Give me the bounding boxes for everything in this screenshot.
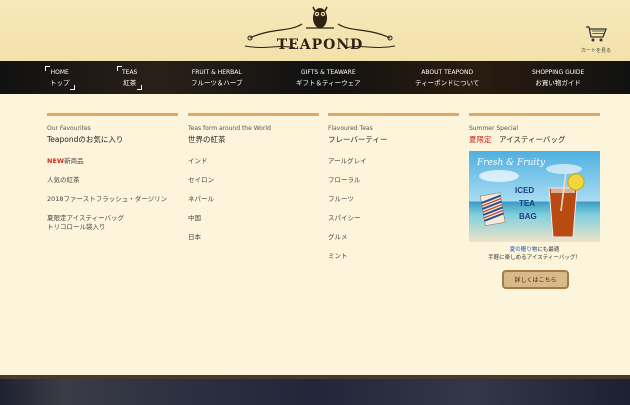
- nav-item-home[interactable]: HOME トップ: [45, 66, 75, 90]
- promo-script-text: Fresh & Fruity: [476, 158, 546, 168]
- cart-icon: [586, 26, 607, 42]
- column-flavoured-teas: Flavoured Teas フレーバーティー アールグレイ フローラル フルー…: [328, 113, 459, 271]
- nav-item-fruit-herbal[interactable]: FRUIT & HERBAL フルーツ＆ハーブ: [191, 68, 242, 88]
- nav-item-teas[interactable]: TEAS 紅茶: [117, 66, 143, 90]
- column-title-en: Summer Special: [469, 125, 518, 132]
- iced-tea-illustration: Fresh & Fruity ICED TEA BAG: [469, 151, 600, 242]
- background-hero-strip: [0, 375, 630, 405]
- limited-label: 夏限定: [469, 135, 492, 144]
- column-rule: [328, 113, 459, 116]
- menu-link-china[interactable]: 中国: [188, 214, 319, 223]
- menu-link-gourmet[interactable]: グルメ: [328, 233, 459, 242]
- menu-link-japan[interactable]: 日本: [188, 233, 319, 242]
- menu-link-iced-tea-bag[interactable]: 夏限定アイスティーバッグ トリコロール袋入り: [47, 214, 178, 232]
- menu-link-first-flush[interactable]: 2018ファーストフラッシュ・ダージリン: [47, 195, 178, 204]
- column-rule: [47, 113, 178, 116]
- menu-link-label: 新商品: [64, 157, 84, 165]
- menu-link-floral[interactable]: フローラル: [328, 176, 459, 185]
- cart-label: カートを見る: [580, 48, 611, 54]
- nav-item-shopping-guide[interactable]: SHOPPING GUIDE お買い物ガイド: [532, 68, 584, 88]
- bracket-decoration: [117, 66, 122, 71]
- nav-item-label-en: HOME: [50, 69, 69, 76]
- svg-text:BAG: BAG: [519, 212, 537, 221]
- nav-item-label-jp: ティーポンドについて: [415, 79, 480, 87]
- details-button[interactable]: 詳しくはこちら: [502, 270, 569, 289]
- column-title-jp: 世界の紅茶: [188, 135, 226, 144]
- nav-item-label-en: SHOPPING GUIDE: [532, 69, 585, 76]
- nav-item-label-en: GIFTS & TEAWARE: [300, 69, 356, 76]
- column-title-en: Teas form around the World: [188, 125, 271, 132]
- column-list: アールグレイ フローラル フルーツ スパイシー グルメ ミント: [328, 157, 459, 261]
- promo-caption-line2: 手軽に楽しめるアイスティーバッグ！: [488, 255, 581, 261]
- promo-caption-text: にも最適: [537, 247, 560, 253]
- nav-item-label-en: ABOUT TEAPOND: [421, 69, 474, 76]
- column-title-en: Flavoured Teas: [328, 125, 373, 132]
- menu-link-nepal[interactable]: ネパール: [188, 195, 319, 204]
- brand-name: TEAPOND: [276, 37, 364, 53]
- bracket-decoration: [69, 85, 75, 90]
- brand-logo[interactable]: TEAPOND: [240, 4, 400, 56]
- column-title-jp: 夏限定 アイスティーバッグ: [469, 134, 600, 145]
- column-title-jp-text: アイスティーバッグ: [499, 135, 566, 144]
- nav-item-label-jp: フルーツ＆ハーブ: [191, 79, 243, 87]
- menu-link-popular[interactable]: 人気の紅茶: [47, 176, 178, 185]
- svg-text:TEA: TEA: [519, 199, 535, 208]
- new-badge: NEW: [47, 157, 65, 165]
- nav-item-label-jp: ギフト＆ティーウェア: [296, 79, 361, 87]
- svg-text:ICED: ICED: [515, 186, 534, 195]
- column-world-teas: Teas form around the World 世界の紅茶 インド セイロ…: [188, 113, 319, 252]
- main-nav: HOME トップ TEAS 紅茶 FRUIT & HERBAL フルーツ＆ハーブ…: [0, 61, 630, 94]
- site-header: TEAPOND カートを見る: [0, 0, 630, 61]
- menu-link-new[interactable]: NEW新商品: [47, 157, 178, 166]
- column-title-jp: フレーバーティー: [328, 135, 388, 144]
- menu-link-spicy[interactable]: スパイシー: [328, 214, 459, 223]
- menu-link-india[interactable]: インド: [188, 157, 319, 166]
- bracket-decoration: [137, 85, 143, 90]
- menu-link-fruit[interactable]: フルーツ: [328, 195, 459, 204]
- cart-link[interactable]: カートを見る: [574, 26, 618, 54]
- column-favourites: Our Favourites Teapondのお気に入り NEW新商品 人気の紅…: [47, 113, 178, 242]
- menu-link-earl-grey[interactable]: アールグレイ: [328, 157, 459, 166]
- column-rule: [469, 113, 600, 116]
- nav-item-label-jp: お買い物ガイド: [535, 79, 581, 87]
- menu-link-ceylon[interactable]: セイロン: [188, 176, 319, 185]
- menu-link-label: 夏限定アイスティーバッグ: [47, 214, 125, 222]
- column-list: インド セイロン ネパール 中国 日本: [188, 157, 319, 242]
- nav-item-label-jp: トップ: [50, 79, 70, 87]
- nav-item-label-jp: 紅茶: [123, 79, 137, 87]
- column-title-jp: Teapondのお気に入り: [47, 135, 124, 144]
- nav-item-label-en: TEAS: [122, 69, 138, 76]
- bracket-decoration: [45, 66, 50, 71]
- column-rule: [188, 113, 319, 116]
- menu-link-mint[interactable]: ミント: [328, 252, 459, 261]
- iced-tea-promo-image[interactable]: Fresh & Fruity ICED TEA BAG: [469, 151, 600, 242]
- column-title-en: Our Favourites: [47, 125, 91, 132]
- nav-item-about[interactable]: ABOUT TEAPOND ティーポンドについて: [415, 68, 479, 88]
- teas-mega-menu: Our Favourites Teapondのお気に入り NEW新商品 人気の紅…: [0, 94, 630, 375]
- menu-link-label: トリコロール袋入り: [47, 223, 106, 231]
- column-summer-special: Summer Special 夏限定 アイスティーバッグ Fresh & Fru…: [469, 113, 600, 303]
- promo-caption: 夏の贈り物にも最適 手軽に楽しめるアイスティーバッグ！: [469, 246, 600, 262]
- promo-caption-highlight: 夏の贈り物: [509, 247, 538, 253]
- column-list: NEW新商品 人気の紅茶 2018ファーストフラッシュ・ダージリン 夏限定アイス…: [47, 157, 178, 232]
- nav-item-gifts-teaware[interactable]: GIFTS & TEAWARE ギフト＆ティーウェア: [296, 68, 361, 88]
- nav-item-label-en: FRUIT & HERBAL: [191, 69, 242, 76]
